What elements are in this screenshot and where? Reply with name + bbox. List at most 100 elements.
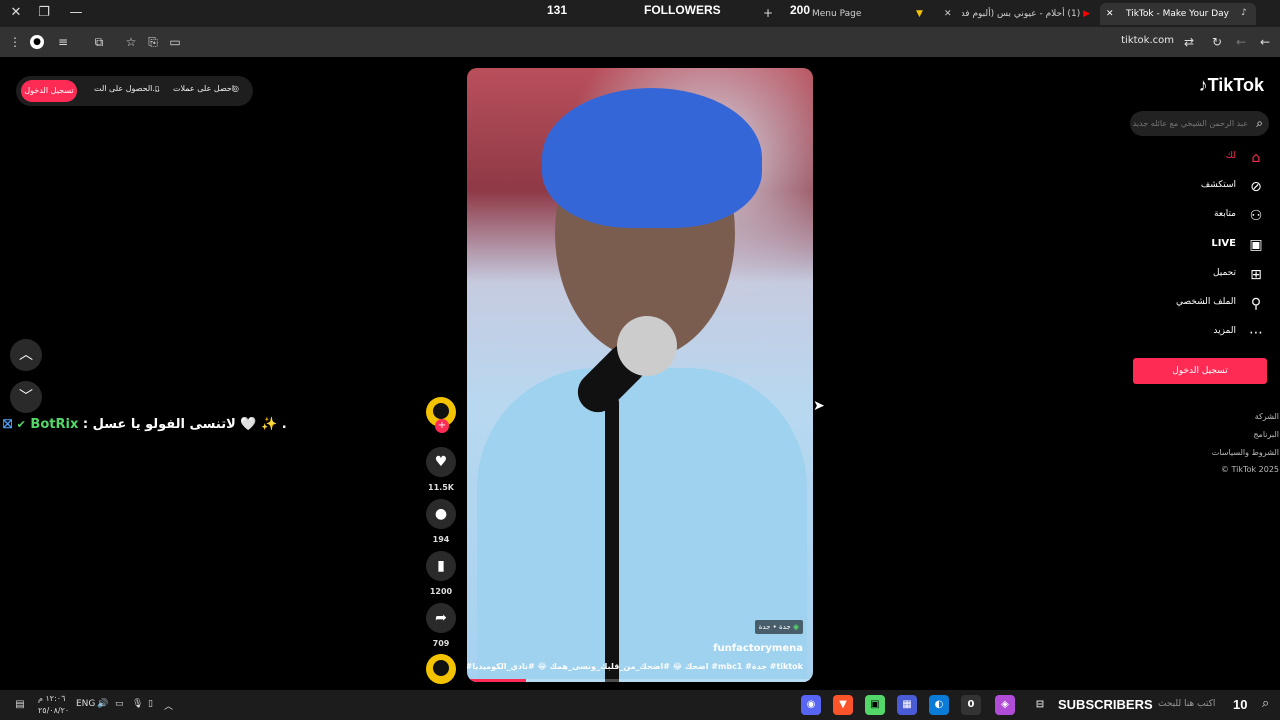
browser-toolbar: ⋮ ● ≡ ⧉ ☆ ⎘ ▭ tiktok.com ⇄ ↻ ← ← <box>0 27 1280 57</box>
like-action[interactable]: ♥ 11.5K <box>425 447 457 492</box>
phone-icon: ▯ <box>155 84 160 93</box>
music-disc[interactable] <box>425 654 457 684</box>
search-input[interactable] <box>1130 111 1248 136</box>
chat-message: ⛝ ✔ BotRix : لاتنسى الفولو يا عسل 🤍 ✨ . <box>3 417 287 435</box>
url-field[interactable]: tiktok.com <box>1121 35 1174 46</box>
sidebar-item-profile[interactable]: الملف الشخصي ⚲ <box>1146 294 1266 314</box>
close-window-icon[interactable]: ✕ <box>6 4 26 22</box>
tab-menu-page[interactable]: Menu Page <box>812 3 912 25</box>
sidebar-login-button[interactable]: تسجيل الدخول <box>1133 358 1267 384</box>
edge-icon[interactable]: ◐ <box>929 695 949 715</box>
menu-icon[interactable]: ⋮ <box>6 33 24 51</box>
music-disc-icon[interactable] <box>426 654 456 684</box>
sidebar-item-upload[interactable]: تحميل ⊞ <box>1146 265 1266 285</box>
comment-action[interactable]: ● 194 <box>425 499 457 544</box>
reload-icon[interactable]: ↻ <box>1208 33 1226 51</box>
back-icon[interactable]: ← <box>1256 33 1274 51</box>
chrome-icon[interactable]: 0 <box>961 695 981 715</box>
tab-youtube[interactable]: ▶ (1) أحلام - عيوني بس (ألبوم فدوة <box>962 3 1090 25</box>
login-button[interactable]: تسجيل الدخول <box>21 80 77 102</box>
network-icon[interactable]: ▭ <box>115 699 124 709</box>
save-action[interactable]: ▮ 1200 <box>425 551 457 596</box>
bookmark-icon[interactable]: ▮ <box>426 551 456 581</box>
location-icon: ◉ <box>792 623 799 631</box>
clock-time[interactable]: ١٢:٠٦ م <box>38 694 65 703</box>
youtube-icon: ▶ <box>1083 9 1090 19</box>
brave-icon[interactable]: ● <box>30 35 44 49</box>
clock-date[interactable]: ٢٥/٠٨/٢٠ <box>38 706 69 715</box>
live-icon: ▣ <box>1249 237 1263 253</box>
get-coins-link[interactable]: احصل على عملات <box>173 84 234 93</box>
windows-search-icon[interactable]: ⌕ <box>1262 696 1269 711</box>
logo-text: TikTok <box>1207 75 1264 95</box>
search-icon[interactable]: ⌕ <box>1256 116 1263 131</box>
sidebar-item-label: الملف الشخصي <box>1176 297 1236 307</box>
previous-video-button[interactable]: ︿ <box>10 339 42 371</box>
forward-icon[interactable]: ← <box>1232 33 1250 51</box>
footer-terms-link[interactable]: الشروط والسياسات <box>1212 448 1279 457</box>
windows-taskbar: ▤ ١٢:٠٦ م ٢٥/٠٨/٢٠ ENG 🔊 ▭ 🎙 ▯ ︿ ◉ ▼ ▣ ▦… <box>0 690 1280 720</box>
avatar[interactable]: + <box>426 397 456 433</box>
video-author[interactable]: funfactorymena <box>713 643 803 654</box>
new-tab-icon[interactable]: + <box>758 4 778 22</box>
tiktok-logo[interactable]: ♪TikTok <box>1199 75 1264 96</box>
author-avatar[interactable]: + <box>425 397 457 433</box>
sidebar-item-for-you[interactable]: لك ⌂ <box>1146 148 1266 168</box>
tab-tiktok[interactable]: ✕ TikTok - Make Your Day <box>1100 3 1256 25</box>
follow-plus-icon[interactable]: + <box>435 419 449 433</box>
task-view-icon[interactable]: ⊟ <box>1030 695 1050 715</box>
tab-warning-icon: ▼ <box>916 9 923 19</box>
upload-icon: ⊞ <box>1250 267 1262 283</box>
store-icon[interactable]: ▦ <box>897 695 917 715</box>
footer-company-link[interactable]: الشركة <box>1255 412 1279 421</box>
minimize-window-icon[interactable]: — <box>66 4 86 22</box>
video-player[interactable]: جدة • جدة ◉ funfactorymena #اضحك 😂 #اضحك… <box>467 68 813 682</box>
heart-icon[interactable]: ♥ <box>426 447 456 477</box>
tab-close-icon[interactable]: ✕ <box>1106 3 1114 25</box>
share-action[interactable]: ➦ 709 <box>425 603 457 648</box>
location-tag[interactable]: جدة • جدة ◉ <box>754 620 803 634</box>
battery-icon[interactable]: ▯ <box>148 699 153 709</box>
sidebar-item-explore[interactable]: استكشف ⊘ <box>1146 177 1266 197</box>
followers-count: 131 <box>547 3 568 17</box>
copilot-icon[interactable]: ◈ <box>995 695 1015 715</box>
chevron-up-icon[interactable]: ︿ <box>164 699 173 712</box>
extensions-icon[interactable]: ⧉ <box>90 33 108 51</box>
tab-label: Menu Page <box>812 9 862 19</box>
cast-icon[interactable]: ▭ <box>166 33 184 51</box>
language-indicator[interactable]: ENG <box>76 699 95 709</box>
discord-icon[interactable]: ◉ <box>801 695 821 715</box>
microphone-icon[interactable]: 🎙 <box>132 699 143 709</box>
tiktok-page: تسجيل الدخول الحصول على الت... ▯ احصل عل… <box>0 57 1280 690</box>
share-arrow-icon[interactable]: ➦ <box>426 603 456 633</box>
bookmark-icon[interactable]: ☆ <box>122 33 140 51</box>
taskbar-badge: 0 <box>967 699 975 710</box>
footer-program-link[interactable]: البرنامج <box>1253 430 1279 439</box>
get-app-link[interactable]: الحصول على الت... <box>94 84 160 93</box>
next-video-button[interactable]: ﹀ <box>10 381 42 413</box>
site-settings-icon[interactable]: ⇄ <box>1180 33 1198 51</box>
reading-list-icon[interactable]: ≡ <box>54 33 72 51</box>
compass-icon: ⊘ <box>1250 179 1262 195</box>
comment-icon[interactable]: ● <box>426 499 456 529</box>
search-box[interactable]: ⌕ <box>1130 111 1269 136</box>
app-green-icon[interactable]: ▣ <box>865 695 885 715</box>
footer-copyright: © TikTok 2025 <box>1221 465 1279 474</box>
sidebar-item-live[interactable]: LIVE ▣ <box>1146 235 1266 255</box>
sidebar-item-following[interactable]: متابعة ⚇ <box>1146 206 1266 226</box>
restore-window-icon[interactable]: ❐ <box>34 4 54 22</box>
taskbar-search[interactable]: اكتب هنا للبحث <box>1158 699 1215 709</box>
subscribers-count: 10 <box>1233 697 1248 712</box>
notifications-icon[interactable]: ▤ <box>10 695 30 715</box>
sidebar-item-label: لك <box>1225 151 1236 161</box>
video-microphone <box>617 316 677 376</box>
share-icon[interactable]: ⎘ <box>144 33 162 51</box>
volume-icon[interactable]: 🔊 <box>97 699 108 709</box>
tab-close-icon[interactable]: ✕ <box>944 3 954 25</box>
sidebar-item-more[interactable]: المزيد ⋯ <box>1146 323 1266 343</box>
brave-browser-icon[interactable]: ▼ <box>833 695 853 715</box>
sidebar-item-label: المزيد <box>1213 326 1236 336</box>
tab-label: TikTok - Make Your Day <box>1126 9 1230 19</box>
video-progress-bar[interactable] <box>467 679 813 682</box>
video-caption[interactable]: #اضحك 😂 #اضحك_من_قلبك_ونسى_همك 😂 #نادي_ا… <box>467 662 803 671</box>
